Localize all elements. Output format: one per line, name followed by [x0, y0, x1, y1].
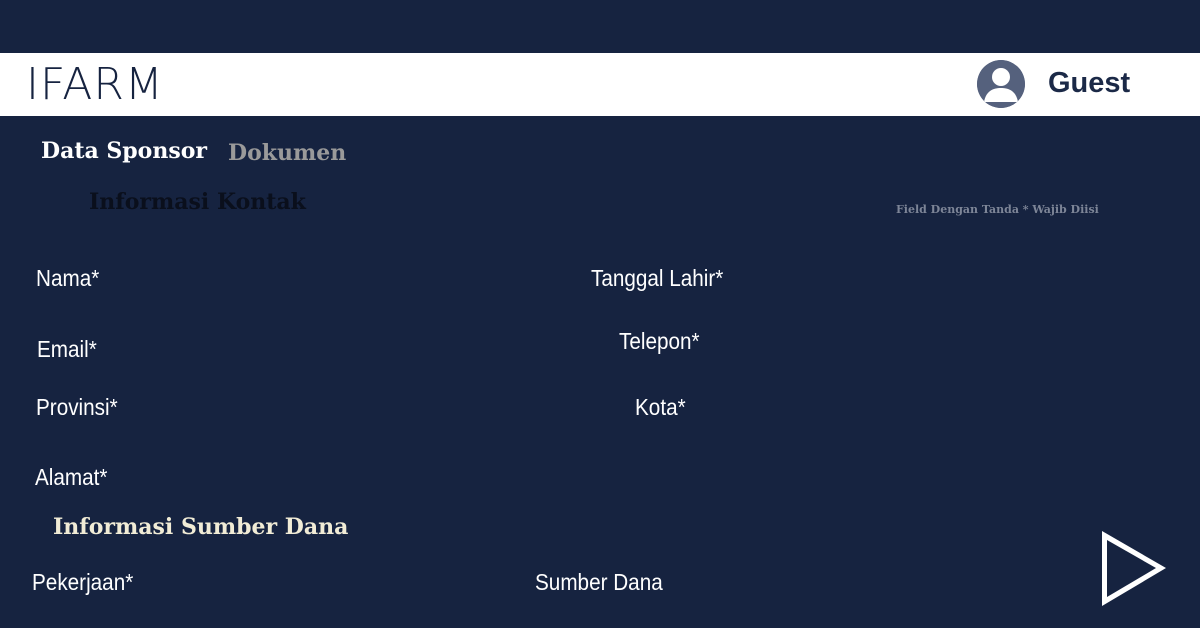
user-avatar-icon[interactable] — [977, 60, 1025, 108]
tab-data-sponsor[interactable]: Data Sponsor — [41, 136, 207, 166]
required-field-note: Field Dengan Tanda * Wajib Diisi — [896, 203, 1099, 216]
next-button[interactable] — [1098, 528, 1172, 610]
email-field-label[interactable]: Email* — [37, 335, 97, 363]
pekerjaan-field-label[interactable]: Pekerjaan* — [32, 568, 133, 596]
tab-dokumen[interactable]: Dokumen — [228, 138, 346, 168]
provinsi-field-label[interactable]: Provinsi* — [36, 393, 118, 421]
kota-field-label[interactable]: Kota* — [635, 393, 686, 421]
top-header: IFARM Guest — [0, 53, 1200, 116]
app-logo[interactable]: IFARM — [26, 58, 164, 112]
avatar-silhouette — [977, 60, 1025, 108]
contact-section-title: Informasi Kontak — [89, 189, 306, 215]
nama-field-label[interactable]: Nama* — [36, 264, 99, 292]
play-arrow-icon — [1102, 531, 1166, 606]
fund-section-title: Informasi Sumber Dana — [53, 514, 349, 540]
user-name[interactable]: Guest — [1048, 65, 1130, 101]
telepon-field-label[interactable]: Telepon* — [619, 327, 700, 355]
form-page: IFARM Guest Data Sponsor Dokumen Informa… — [0, 0, 1200, 628]
sumber-dana-field-label[interactable]: Sumber Dana — [535, 568, 663, 596]
tanggal-lahir-field-label[interactable]: Tanggal Lahir* — [591, 264, 723, 292]
alamat-field-label[interactable]: Alamat* — [35, 463, 107, 491]
